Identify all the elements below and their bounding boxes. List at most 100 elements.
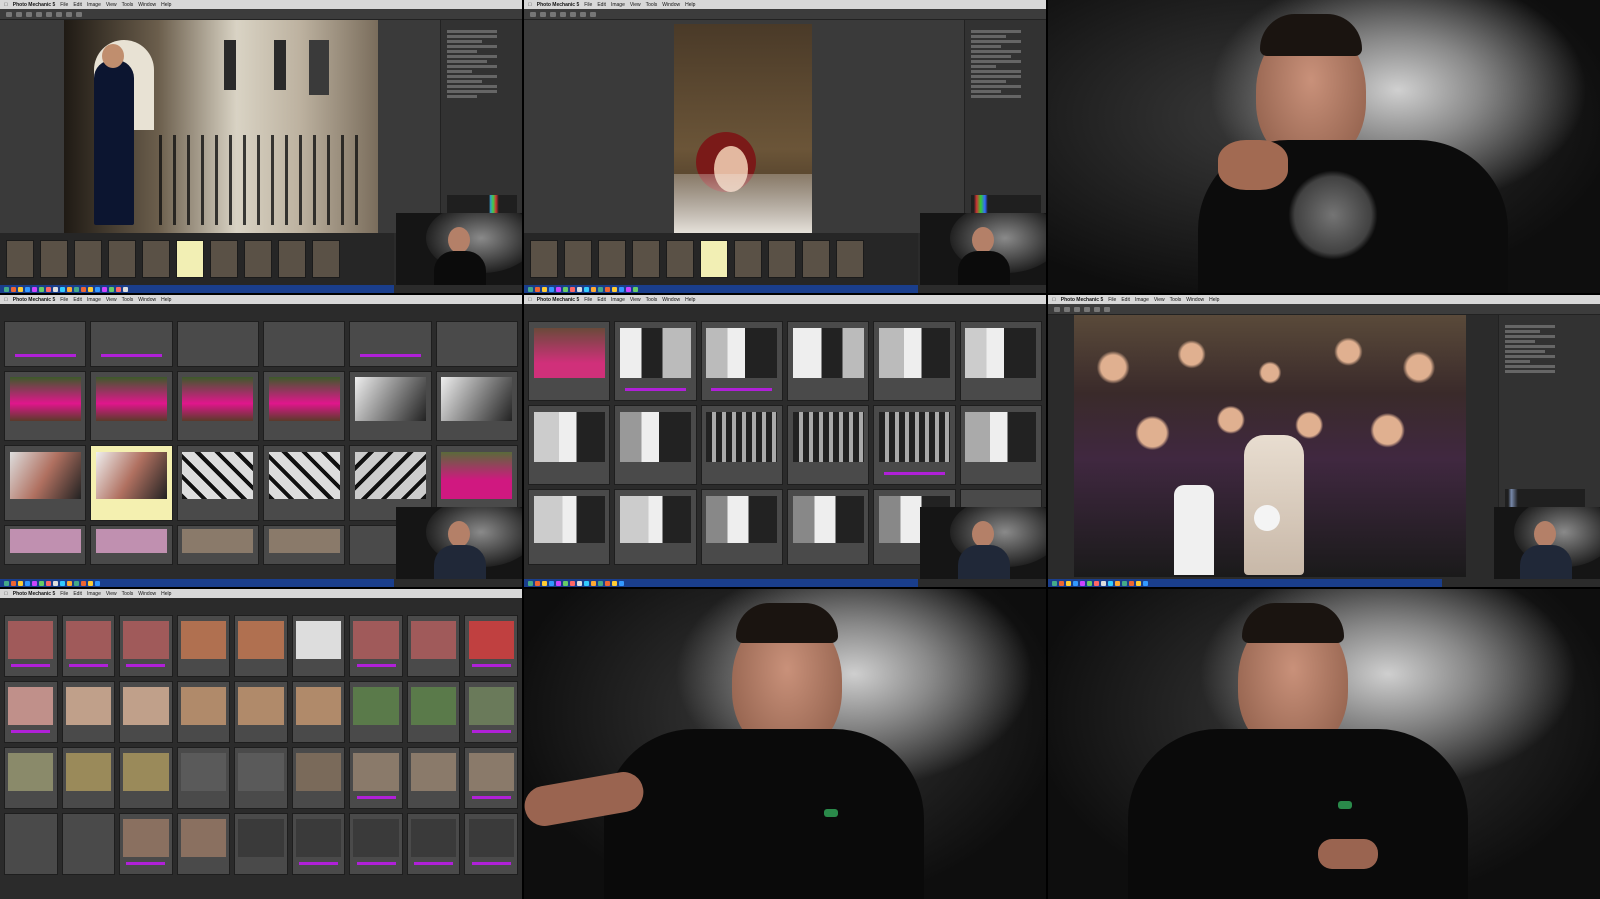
thumbnail[interactable] xyxy=(291,681,346,743)
thumbnail[interactable] xyxy=(528,405,611,485)
toolbar-icon[interactable] xyxy=(1094,306,1100,312)
thumbnail[interactable] xyxy=(873,405,956,485)
film-thumb[interactable] xyxy=(632,240,660,278)
thumbnail[interactable] xyxy=(119,615,173,677)
apple-icon[interactable]:  xyxy=(528,2,532,8)
thumbnail[interactable] xyxy=(614,321,697,401)
thumbnail[interactable] xyxy=(406,747,461,809)
toolbar-icon[interactable] xyxy=(46,11,52,17)
thumbnail[interactable] xyxy=(464,681,518,743)
menu-help[interactable]: Help xyxy=(161,2,171,8)
toolbar-icon[interactable] xyxy=(1104,306,1110,312)
film-thumb[interactable] xyxy=(598,240,626,278)
menu-file[interactable]: File xyxy=(584,297,592,303)
thumbnail[interactable] xyxy=(787,405,870,485)
thumbnail[interactable] xyxy=(406,813,461,875)
thumbnail[interactable] xyxy=(176,747,231,809)
app-menu[interactable]: Photo Mechanic 5 xyxy=(13,297,56,303)
thumbnail[interactable] xyxy=(119,747,173,809)
toolbar-icon[interactable] xyxy=(56,11,62,17)
thumbnail[interactable] xyxy=(263,321,346,367)
menu-file[interactable]: File xyxy=(584,2,592,8)
thumbnail[interactable] xyxy=(291,615,346,677)
film-thumb[interactable] xyxy=(40,240,68,278)
toolbar-icon[interactable] xyxy=(530,11,536,17)
thumbnail[interactable] xyxy=(176,525,259,565)
thumbnail[interactable] xyxy=(263,445,346,521)
film-thumb[interactable] xyxy=(836,240,864,278)
menu-help[interactable]: Help xyxy=(685,2,695,8)
menu-tools[interactable]: Tools xyxy=(646,297,658,303)
thumbnail[interactable] xyxy=(464,813,518,875)
toolbar-icon[interactable] xyxy=(66,11,72,17)
thumbnail[interactable] xyxy=(700,489,783,565)
thumbnail[interactable] xyxy=(90,525,173,565)
menu-help[interactable]: Help xyxy=(1209,297,1219,303)
thumbnail[interactable] xyxy=(349,321,432,367)
thumbnail[interactable] xyxy=(234,681,288,743)
thumbnail[interactable] xyxy=(435,321,518,367)
thumbnail[interactable] xyxy=(176,321,259,367)
apple-icon[interactable]:  xyxy=(4,591,8,597)
thumbnail[interactable] xyxy=(119,813,173,875)
toolbar-icon[interactable] xyxy=(16,11,22,17)
thumbnail[interactable] xyxy=(90,321,173,367)
menu-tools[interactable]: Tools xyxy=(122,2,134,8)
menu-image[interactable]: Image xyxy=(87,2,101,8)
thumbnail[interactable] xyxy=(787,489,870,565)
menu-file[interactable]: File xyxy=(60,297,68,303)
menu-help[interactable]: Help xyxy=(161,297,171,303)
film-thumb[interactable] xyxy=(802,240,830,278)
film-thumb-selected[interactable] xyxy=(176,240,204,278)
apple-icon[interactable]:  xyxy=(4,297,8,303)
thumbnail[interactable] xyxy=(959,405,1042,485)
menu-tools[interactable]: Tools xyxy=(1170,297,1182,303)
toolbar-icon[interactable] xyxy=(540,11,546,17)
thumbnail[interactable] xyxy=(700,321,783,401)
app-menu[interactable]: Photo Mechanic 5 xyxy=(13,591,56,597)
app-menu[interactable]: Photo Mechanic 5 xyxy=(13,2,56,8)
thumbnail[interactable] xyxy=(4,371,87,441)
thumbnail[interactable] xyxy=(349,615,403,677)
thumbnail[interactable] xyxy=(614,405,697,485)
thumbnail[interactable] xyxy=(4,747,58,809)
film-thumb[interactable] xyxy=(666,240,694,278)
menu-edit[interactable]: Edit xyxy=(1121,297,1130,303)
thumbnail[interactable] xyxy=(4,615,58,677)
menu-window[interactable]: Window xyxy=(1186,297,1204,303)
film-thumb[interactable] xyxy=(564,240,592,278)
thumbnail[interactable] xyxy=(464,615,518,677)
toolbar-icon[interactable] xyxy=(1074,306,1080,312)
thumbnail[interactable] xyxy=(176,371,259,441)
menu-window[interactable]: Window xyxy=(662,297,680,303)
film-thumb[interactable] xyxy=(244,240,272,278)
film-thumb[interactable] xyxy=(74,240,102,278)
thumbnail[interactable] xyxy=(234,747,288,809)
menu-image[interactable]: Image xyxy=(611,2,625,8)
thumbnail[interactable] xyxy=(176,681,231,743)
thumbnail[interactable] xyxy=(349,747,403,809)
film-thumb[interactable] xyxy=(530,240,558,278)
menu-view[interactable]: View xyxy=(630,2,641,8)
film-thumb[interactable] xyxy=(768,240,796,278)
thumbnail[interactable] xyxy=(435,371,518,441)
toolbar-icon[interactable] xyxy=(570,11,576,17)
thumbnail[interactable] xyxy=(263,525,346,565)
toolbar-icon[interactable] xyxy=(1084,306,1090,312)
thumbnail[interactable] xyxy=(61,615,116,677)
thumbnail[interactable] xyxy=(61,813,116,875)
preview-area[interactable] xyxy=(0,20,440,233)
apple-icon[interactable]:  xyxy=(4,2,8,8)
film-thumb[interactable] xyxy=(6,240,34,278)
toolbar-icon[interactable] xyxy=(550,11,556,17)
menu-file[interactable]: File xyxy=(60,2,68,8)
toolbar-icon[interactable] xyxy=(6,11,12,17)
toolbar-icon[interactable] xyxy=(580,11,586,17)
thumbnail[interactable] xyxy=(4,813,58,875)
thumbnail[interactable] xyxy=(119,681,173,743)
toolbar-icon[interactable] xyxy=(590,11,596,17)
thumbnail[interactable] xyxy=(349,681,403,743)
menu-image[interactable]: Image xyxy=(1135,297,1149,303)
menu-window[interactable]: Window xyxy=(138,2,156,8)
menu-edit[interactable]: Edit xyxy=(597,297,606,303)
